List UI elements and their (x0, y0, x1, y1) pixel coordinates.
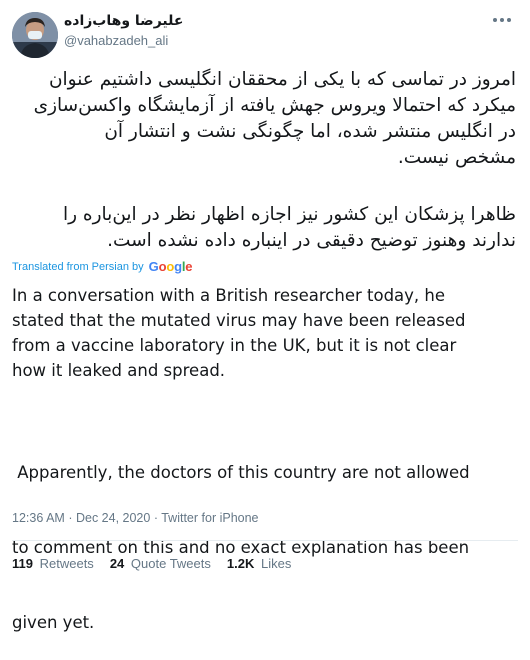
tweet-english-line: from a vaccine laboratory in the UK, but… (12, 336, 457, 355)
more-options-button[interactable] (490, 8, 514, 32)
tweet-english-line: Apparently, the doctors of this country … (12, 463, 470, 482)
author-name[interactable]: علیرضا وهاب‌زاده (64, 13, 183, 29)
retweets-count: 119 (12, 556, 33, 571)
quote-tweets-count: 24 (109, 556, 125, 571)
tweet-source[interactable]: Twitter for iPhone (161, 511, 258, 525)
translated-label: Translated from Persian by (12, 260, 144, 273)
tweet-persian-paragraph-2: ظاهرا پزشکان این کشور نیز اجازه اظهار نظ… (12, 202, 516, 254)
avatar-image (12, 12, 58, 58)
tweet-english-paragraph-1: In a conversation with a British researc… (12, 283, 466, 383)
translation-attribution[interactable]: Translated from Persian by Google (12, 259, 192, 274)
retweets-label: Retweets (39, 556, 94, 571)
likes-count: 1.2K (226, 556, 255, 571)
tweet-english-line: how it leaked and spread. (12, 361, 226, 380)
tweet-persian-line: میکرد که احتمالا ویروس جهش یافته از آزما… (33, 95, 516, 116)
tweet-english-line: given yet. (12, 613, 95, 632)
tweet-persian-line: ندارند وهنوز توضیح دقیقی در اینباره داده… (107, 230, 516, 251)
avatar[interactable] (12, 12, 58, 58)
meta-separator: · (153, 511, 158, 525)
tweet-date[interactable]: Dec 24, 2020 (76, 511, 150, 525)
likes-label: Likes (260, 556, 292, 571)
engagement-stats: 119 Retweets 24 Quote Tweets 1.2K Likes (12, 556, 291, 571)
tweet-english-line: In a conversation with a British researc… (12, 286, 446, 305)
tweet-persian-line: ظاهرا پزشکان این کشور نیز اجازه اظهار نظ… (62, 204, 516, 225)
tweet-persian-line: امروز در تماسی که با یکی از محققان انگلی… (48, 69, 516, 90)
tweet-english-line: stated that the mutated virus may have b… (12, 311, 466, 330)
quote-tweets-stat[interactable]: 24 Quote Tweets (110, 556, 211, 571)
quote-tweets-label: Quote Tweets (130, 556, 211, 571)
tweet-time[interactable]: 12:36 AM (12, 511, 65, 525)
tweet-english-paragraph-2: Apparently, the doctors of this country … (12, 410, 470, 660)
tweet-persian-line: مشخص نیست. (397, 147, 516, 168)
google-logo: Google (148, 259, 193, 274)
author-handle[interactable]: @vahabzadeh_ali (64, 33, 168, 48)
likes-stat[interactable]: 1.2K Likes (227, 556, 291, 571)
retweets-stat[interactable]: 119 Retweets (12, 556, 94, 571)
more-icon (492, 18, 513, 22)
tweet-persian-paragraph-1: امروز در تماسی که با یکی از محققان انگلی… (12, 67, 516, 171)
tweet-meta: 12:36 AM · Dec 24, 2020 · Twitter for iP… (12, 511, 259, 525)
divider (12, 540, 518, 541)
meta-separator: · (68, 511, 73, 525)
tweet-persian-line: در انگلیس منتشر شده، اما چگونگی نشت و ان… (104, 121, 516, 142)
